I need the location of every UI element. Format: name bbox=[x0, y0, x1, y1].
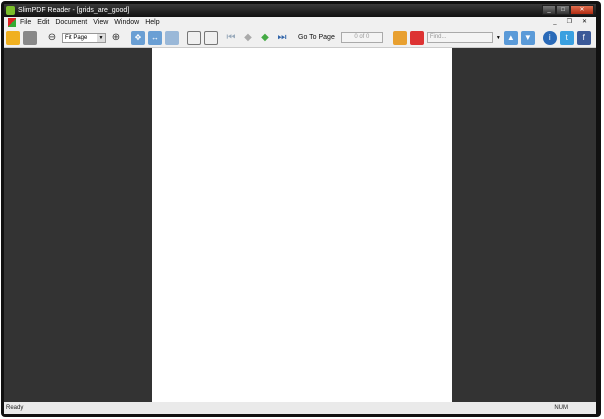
minimize-button[interactable]: _ bbox=[542, 5, 556, 15]
chevron-down-icon: ▼ bbox=[97, 33, 105, 42]
last-page-icon[interactable]: ⏭ bbox=[275, 31, 289, 45]
window-title: SlimPDF Reader - [grids_are_good] bbox=[18, 7, 130, 14]
find-next-icon[interactable]: ▼ bbox=[520, 30, 535, 45]
zoom-select[interactable]: Fit Page ▼ bbox=[62, 32, 106, 43]
document-icon bbox=[8, 18, 16, 27]
document-viewer[interactable] bbox=[4, 48, 596, 402]
toolbar: ⊖ Fit Page ▼ ⊕ ✥ ↔ ⏮ ◆ ◆ ⏭ Go To Page 0 o… bbox=[4, 28, 596, 48]
fit-page-icon[interactable]: ✥ bbox=[131, 30, 145, 45]
zoom-out-icon[interactable]: ⊖ bbox=[45, 31, 59, 45]
mdi-restore-button[interactable]: ❐ bbox=[567, 17, 572, 28]
first-page-icon[interactable]: ⏮ bbox=[224, 31, 238, 45]
rotate-counterclockwise-icon[interactable] bbox=[204, 30, 218, 45]
num-lock-indicator: NUM bbox=[554, 405, 568, 411]
find-options-chevron-icon[interactable]: ▼ bbox=[496, 35, 501, 41]
maximize-button[interactable]: □ bbox=[556, 5, 570, 15]
facebook-icon[interactable]: f bbox=[576, 30, 591, 45]
app-icon bbox=[6, 6, 15, 15]
menu-view[interactable]: View bbox=[93, 19, 108, 26]
status-text: Ready bbox=[6, 405, 24, 411]
actual-size-icon[interactable] bbox=[165, 30, 179, 45]
page-number-input[interactable]: 0 of 0 bbox=[340, 32, 383, 43]
pdf-page bbox=[152, 48, 452, 402]
menu-bar: File Edit Document View Window Help _ ❐ ✕ bbox=[4, 17, 596, 28]
email-icon[interactable] bbox=[392, 30, 407, 45]
next-page-icon[interactable]: ◆ bbox=[258, 31, 272, 45]
previous-page-icon[interactable]: ◆ bbox=[241, 31, 255, 45]
open-folder-icon[interactable] bbox=[6, 30, 20, 45]
rotate-clockwise-icon[interactable] bbox=[187, 30, 201, 45]
zoom-select-value: Fit Page bbox=[65, 34, 88, 41]
find-previous-icon[interactable]: ▲ bbox=[503, 30, 518, 45]
convert-pdf-icon[interactable] bbox=[409, 30, 424, 45]
mdi-close-button[interactable]: ✕ bbox=[582, 17, 587, 28]
fit-width-icon[interactable]: ↔ bbox=[148, 30, 162, 45]
menu-window[interactable]: Window bbox=[114, 19, 139, 26]
close-button[interactable]: ✕ bbox=[570, 5, 594, 15]
zoom-in-icon[interactable]: ⊕ bbox=[109, 31, 123, 45]
menu-document[interactable]: Document bbox=[55, 19, 87, 26]
find-input[interactable]: Find... bbox=[426, 32, 493, 43]
status-bar: Ready NUM bbox=[4, 402, 596, 414]
print-icon[interactable] bbox=[23, 30, 37, 45]
menu-edit[interactable]: Edit bbox=[37, 19, 49, 26]
menu-help[interactable]: Help bbox=[145, 19, 159, 26]
twitter-icon[interactable]: t bbox=[559, 30, 574, 45]
info-icon[interactable]: i bbox=[542, 30, 557, 45]
go-to-page-label[interactable]: Go To Page bbox=[298, 34, 335, 41]
title-bar: SlimPDF Reader - [grids_are_good] _ □ ✕ bbox=[4, 4, 596, 17]
mdi-minimize-button[interactable]: _ bbox=[553, 17, 556, 28]
menu-file[interactable]: File bbox=[20, 19, 31, 26]
